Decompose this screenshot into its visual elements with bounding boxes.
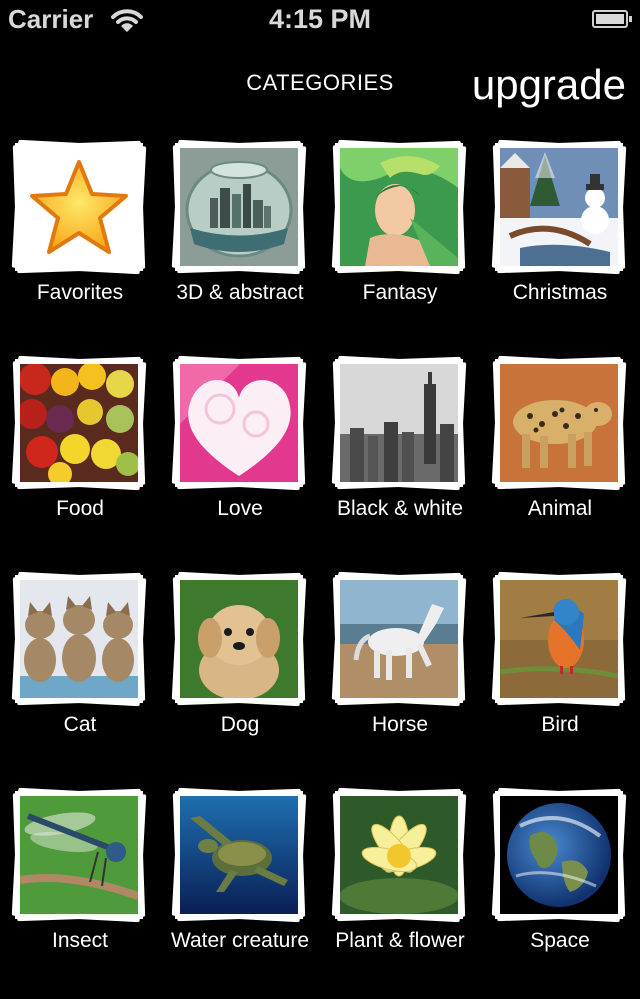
city-skyline-image <box>340 364 458 482</box>
category-tile-insect[interactable]: Insect <box>0 783 160 999</box>
fruit-image <box>20 364 138 482</box>
category-label: Black & white <box>336 497 464 520</box>
category-tile-3d-abstract[interactable]: 3D & abstract <box>160 135 320 351</box>
photo-stack <box>331 787 467 923</box>
sea-turtle-image <box>180 796 298 914</box>
photo-stack <box>491 355 627 491</box>
photo-stack <box>171 139 307 275</box>
photo-stack <box>331 571 467 707</box>
photo-stack <box>11 787 147 923</box>
category-label: 3D & abstract <box>176 281 304 304</box>
category-tile-plant-flower[interactable]: Plant & flower <box>320 783 480 999</box>
kingfisher-image <box>500 580 618 698</box>
photo-stack <box>11 571 147 707</box>
category-label: Christmas <box>512 281 608 304</box>
photo-stack <box>171 787 307 923</box>
category-tile-fantasy[interactable]: Fantasy <box>320 135 480 351</box>
category-label: Plant & flower <box>335 929 465 952</box>
category-tile-bird[interactable]: Bird <box>480 567 640 783</box>
photo-stack <box>11 139 147 275</box>
earth-image <box>500 796 618 914</box>
category-label: Dog <box>220 713 260 736</box>
category-label: Water creature <box>170 929 310 952</box>
kittens-image <box>20 580 138 698</box>
category-label: Food <box>56 497 104 520</box>
photo-stack <box>491 139 627 275</box>
category-label: Fantasy <box>362 281 438 304</box>
photo-stack <box>331 139 467 275</box>
category-tile-love[interactable]: Love <box>160 351 320 567</box>
puppy-image <box>180 580 298 698</box>
fishbowl-city-image <box>180 148 298 266</box>
photo-stack <box>11 355 147 491</box>
category-label: Cat <box>63 713 97 736</box>
category-tile-animal[interactable]: Animal <box>480 351 640 567</box>
category-label: Horse <box>371 713 429 736</box>
leopard-image <box>500 364 618 482</box>
category-label: Insect <box>51 929 109 952</box>
photo-stack <box>331 355 467 491</box>
category-tile-food[interactable]: Food <box>0 351 160 567</box>
category-tile-christmas[interactable]: Christmas <box>480 135 640 351</box>
category-label: Animal <box>527 497 593 520</box>
fantasy-woman-image <box>340 148 458 266</box>
snowman-image <box>500 148 618 266</box>
category-tile-black-white[interactable]: Black & white <box>320 351 480 567</box>
photo-stack <box>171 571 307 707</box>
photo-stack <box>171 355 307 491</box>
category-tile-space[interactable]: Space <box>480 783 640 999</box>
status-bar: Carrier 4:15 PM <box>0 0 640 40</box>
category-label: Space <box>530 929 590 952</box>
category-tile-water-creature[interactable]: Water creature <box>160 783 320 999</box>
category-tile-favorites[interactable]: Favorites <box>0 135 160 351</box>
dragonfly-image <box>20 796 138 914</box>
horse-image <box>340 580 458 698</box>
photo-stack <box>491 787 627 923</box>
upgrade-button[interactable]: upgrade <box>472 60 626 110</box>
category-tile-dog[interactable]: Dog <box>160 567 320 783</box>
clock: 4:15 PM <box>268 4 372 34</box>
category-label: Bird <box>541 713 579 736</box>
category-tile-horse[interactable]: Horse <box>320 567 480 783</box>
star-icon <box>20 148 138 266</box>
category-label: Love <box>217 497 263 520</box>
category-tile-cat[interactable]: Cat <box>0 567 160 783</box>
water-lily-image <box>340 796 458 914</box>
photo-stack <box>491 571 627 707</box>
category-label: Favorites <box>36 281 124 304</box>
heart-image <box>180 364 298 482</box>
battery-icon <box>592 10 632 28</box>
